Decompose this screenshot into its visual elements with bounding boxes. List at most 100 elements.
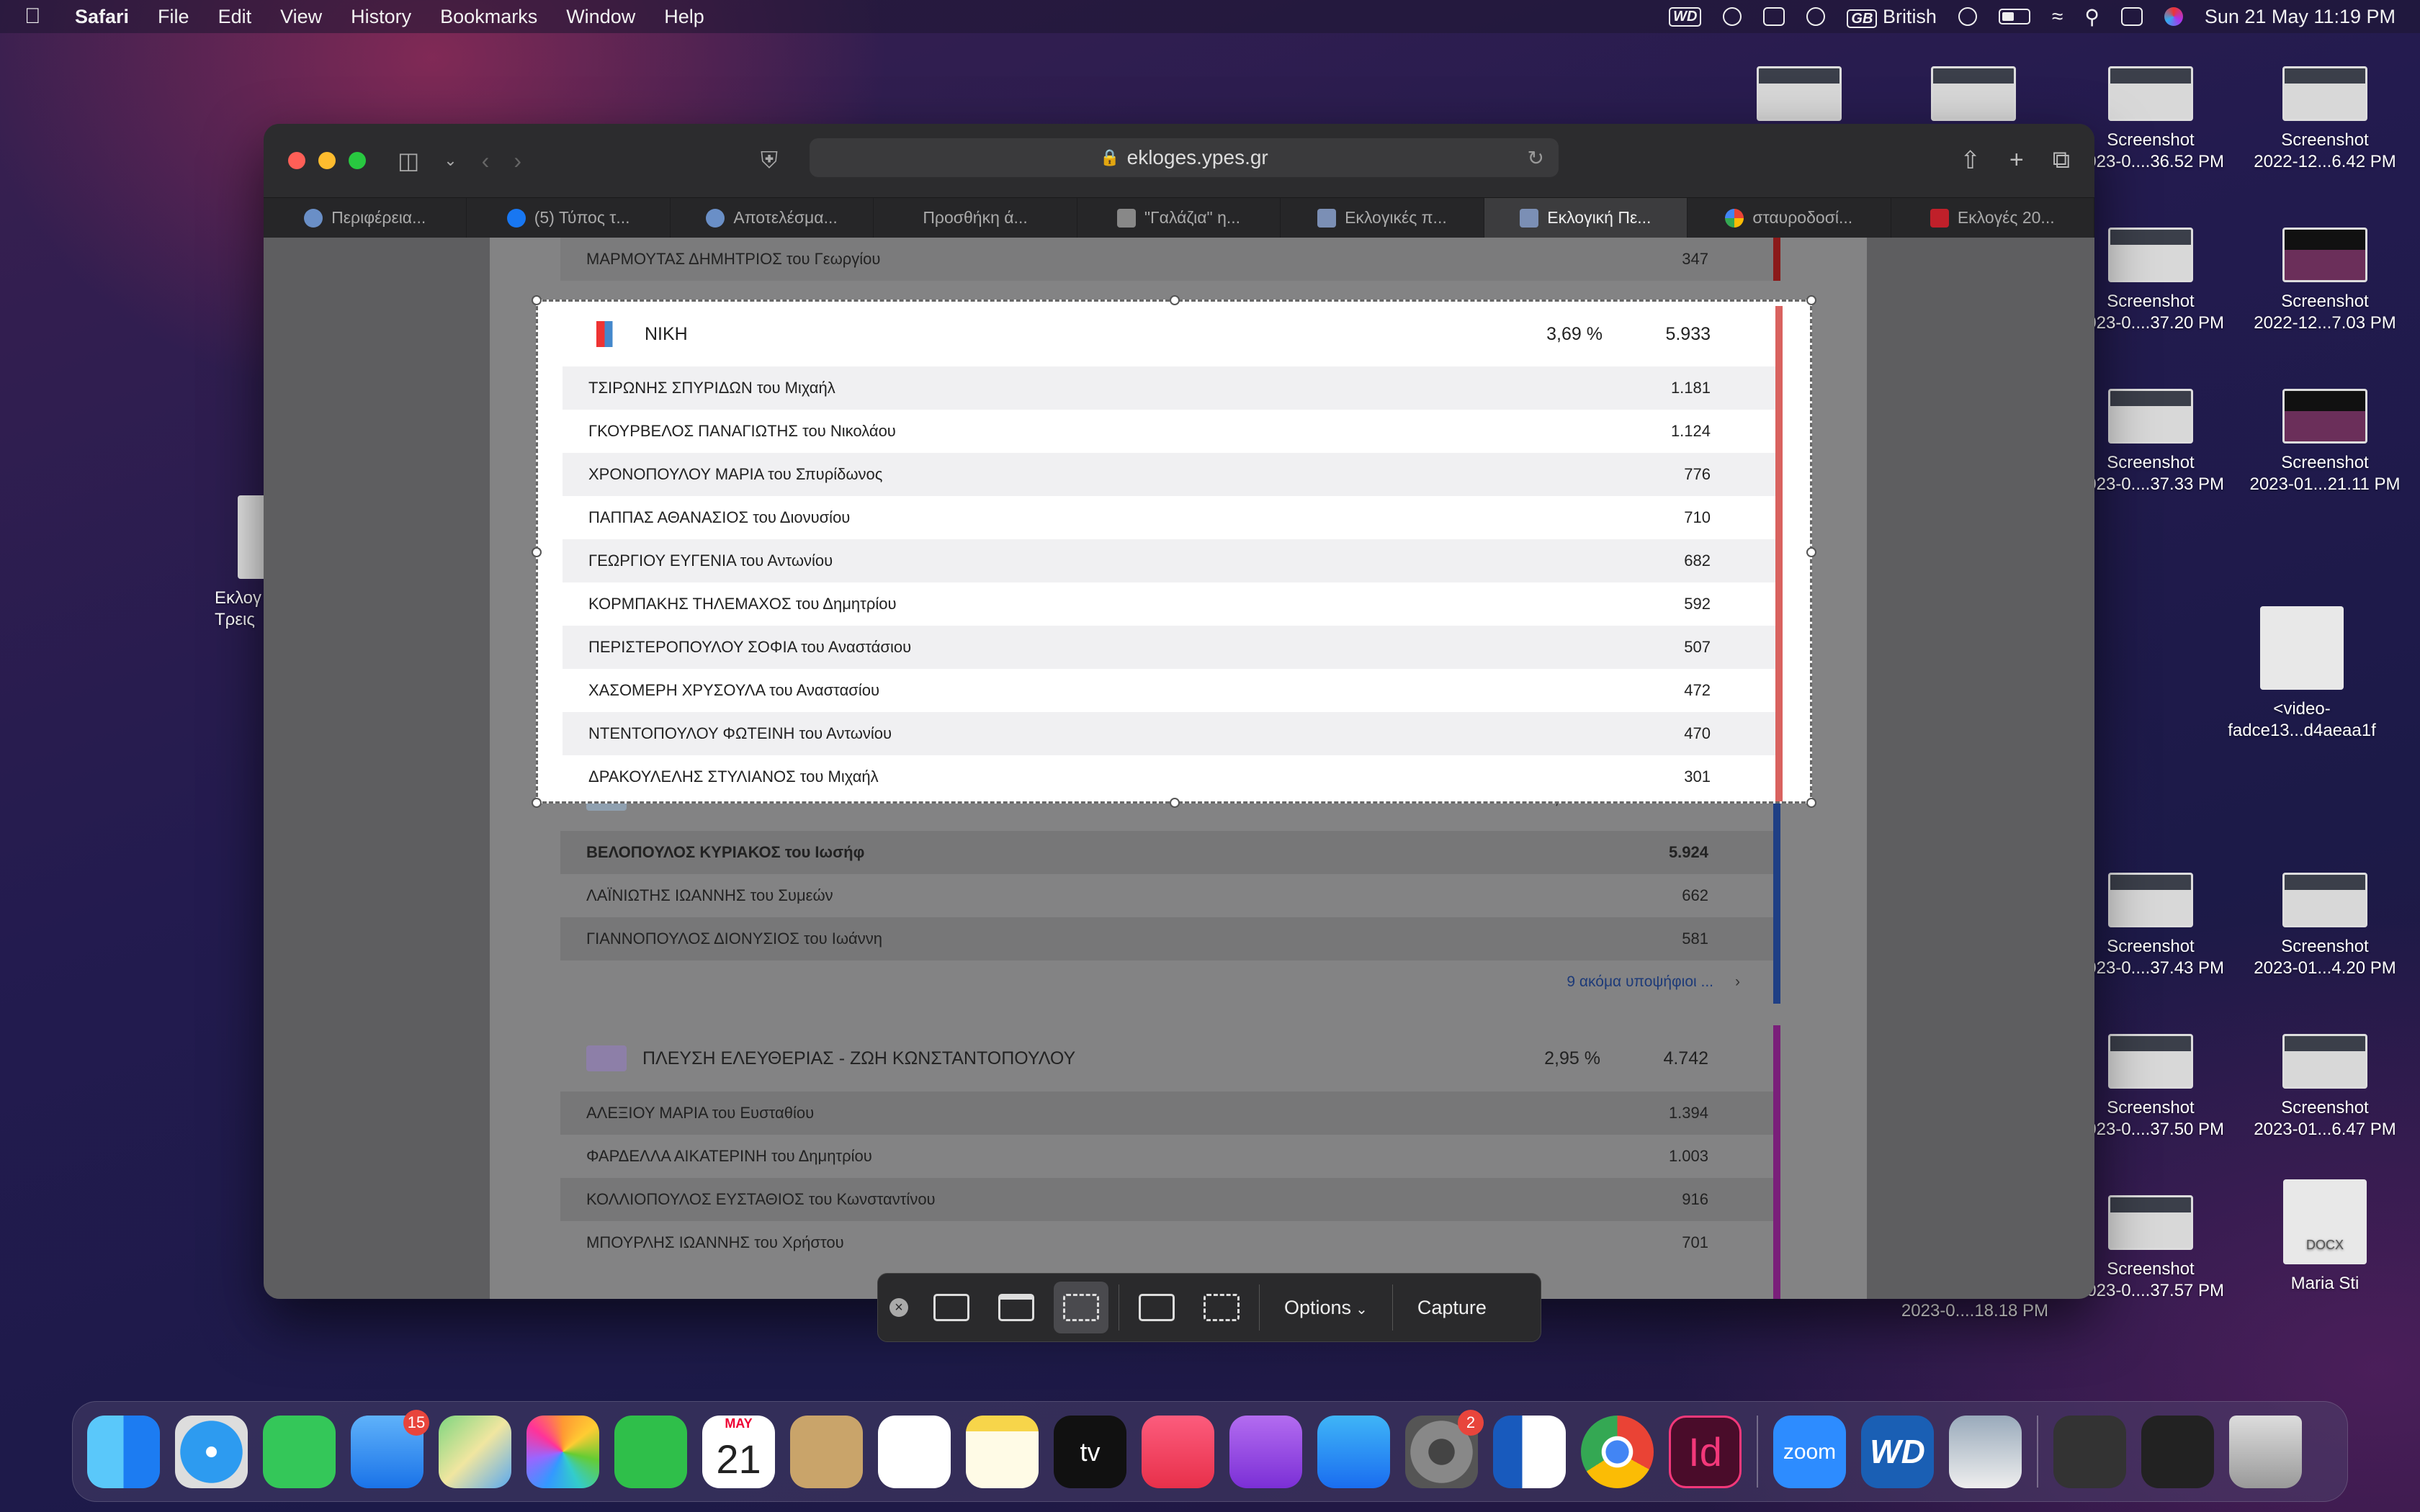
desktop-file[interactable]: Screenshot 2022-12...6.42 PM [2238,66,2411,173]
desktop-file[interactable]: Screenshot 2023-01...4.20 PM [2238,873,2411,979]
resize-handle-bottom[interactable] [1170,798,1180,808]
messages-icon[interactable] [263,1415,336,1488]
menu-window[interactable]: Window [566,6,635,28]
resize-handle-top[interactable] [1170,295,1180,305]
resize-handle-top-right[interactable] [1806,295,1816,305]
safari-icon[interactable] [175,1415,248,1488]
input-source-menu[interactable]: GB British [1847,6,1937,28]
chevron-down-icon[interactable]: ⌄ [444,151,457,170]
party-header[interactable]: ΝΙΚΗ 3,69 % 5.933 [563,302,1783,366]
back-button[interactable]: ‹ [482,148,490,174]
tab-5[interactable]: "Γαλάζια" η... [1077,198,1281,238]
photos-icon[interactable] [526,1415,599,1488]
spotlight-search-icon[interactable]: ⚲ [2084,5,2099,29]
tab-overview-icon[interactable]: ⧉ [2053,146,2070,175]
close-icon[interactable]: × [889,1298,908,1317]
more-candidates-link[interactable]: 9 ακόμα υποψήφιοι ... › [560,960,1780,1004]
control-center-icon[interactable] [2120,7,2143,26]
capture-selection-button[interactable] [1054,1282,1108,1333]
facetime-icon[interactable] [614,1415,687,1488]
resize-handle-bottom-left[interactable] [532,798,542,808]
record-screen-button[interactable] [1129,1282,1184,1333]
trash-icon[interactable] [2229,1415,2302,1488]
recent-window-icon[interactable] [2053,1415,2126,1488]
recent-window-icon[interactable] [2141,1415,2214,1488]
party-header[interactable]: ΠΛΕΥΣΗ ΕΛΕΥΘΕΡΙΑΣ - ΖΩΗ ΚΩΝΣΤΑΝΤΟΠΟΥΛΟΥ … [560,1025,1780,1092]
share-icon[interactable]: ⇧ [1960,146,1981,175]
desktop-screenshot-thumb-top[interactable] [1887,66,2060,130]
apple-tv-icon[interactable]: tv [1054,1415,1126,1488]
capture-window-button[interactable] [989,1282,1044,1333]
music-icon[interactable] [1142,1415,1214,1488]
creative-cloud-icon[interactable] [1723,7,1742,26]
sidebar-toggle-icon[interactable]: ◫ [398,147,419,174]
word-icon[interactable] [1493,1415,1566,1488]
record-selection-button[interactable] [1194,1282,1249,1333]
screenshot-selection-area[interactable]: ΝΙΚΗ 3,69 % 5.933 ΤΣΙΡΩΝΗΣ ΣΠΥΡΙΔΩΝ του … [532,295,1816,808]
battery-icon[interactable] [1998,9,2030,24]
tab-3[interactable]: Αποτελέσμα... [671,198,874,238]
menu-bookmarks[interactable]: Bookmarks [440,6,537,28]
user-icon[interactable] [1958,7,1977,26]
reload-icon[interactable]: ↻ [1528,146,1544,170]
play-icon[interactable] [1806,7,1826,26]
tab-7-active[interactable]: Εκλογική Πε... [1484,198,1688,238]
tab-8[interactable]: σταυροδοσί... [1688,198,1891,238]
desktop-file-partial[interactable]: Εκλογ Τρεις [170,495,266,631]
menu-history[interactable]: History [351,6,411,28]
close-window-button[interactable] [288,152,305,169]
finder-icon[interactable] [87,1415,160,1488]
privacy-shield-icon[interactable]: ⛨ [761,147,778,174]
menu-edit[interactable]: Edit [218,6,252,28]
address-bar[interactable]: 🔒 ekloges.ypes.gr ↻ [810,138,1559,177]
chrome-icon[interactable] [1581,1415,1654,1488]
desktop-file[interactable]: <video- fadce13...d4aeaa1f [2215,606,2388,742]
menu-help[interactable]: Help [664,6,704,28]
desktop-file[interactable]: Screenshot 2022-12...7.03 PM [2238,228,2411,334]
tab-9[interactable]: Εκλογές 20... [1891,198,2094,238]
notes-icon[interactable] [966,1415,1039,1488]
wifi-icon[interactable]: ≈ [2052,5,2063,28]
upload-icon[interactable] [1763,7,1785,26]
system-settings-icon[interactable]: 2 [1405,1409,1484,1488]
menu-file[interactable]: File [158,6,189,28]
resize-handle-bottom-right[interactable] [1806,798,1816,808]
calendar-icon[interactable]: MAY 21 [702,1415,775,1488]
mail-icon[interactable]: 15 [351,1409,429,1488]
resize-handle-left[interactable] [532,547,542,557]
capture-entire-screen-button[interactable] [924,1282,979,1333]
new-tab-icon[interactable]: + [2009,146,2024,175]
tab-2[interactable]: (5) Τύπος τ... [467,198,671,238]
wd-discovery-icon[interactable]: WD [1861,1415,1934,1488]
contacts-icon[interactable] [790,1415,863,1488]
menu-clock[interactable]: Sun 21 May 11:19 PM [2205,6,2396,28]
resize-handle-right[interactable] [1806,547,1816,557]
options-menu-button[interactable]: Options ⌄ [1270,1297,1382,1319]
desktop-file[interactable]: Screenshot 2023-01...21.11 PM [2238,389,2411,495]
tab-label: Εκλογές 20... [1957,208,2055,227]
desktop-file[interactable]: Screenshot 2023-01...6.47 PM [2238,1034,2411,1140]
tab-4[interactable]: Προσθήκη ά... [874,198,1077,238]
image-app-icon[interactable] [1949,1415,2022,1488]
zoom-window-button[interactable] [349,152,366,169]
tab-1[interactable]: Περιφέρεια... [264,198,467,238]
maps-icon[interactable] [439,1415,511,1488]
resize-handle-top-left[interactable] [532,295,542,305]
forward-button[interactable]: › [514,148,521,174]
minimize-window-button[interactable] [318,152,336,169]
app-store-icon[interactable] [1317,1415,1390,1488]
desktop-file[interactable]: DOCX Maria Sti [2238,1179,2411,1295]
reminders-icon[interactable] [878,1415,951,1488]
wd-status-icon[interactable]: WD [1669,6,1702,27]
siri-icon[interactable] [2164,7,2183,26]
apple-menu-icon[interactable]:  [24,4,53,29]
desktop-screenshot-thumb-top[interactable] [1713,66,1886,130]
indesign-icon[interactable]: Id [1669,1415,1742,1488]
menu-app-safari[interactable]: Safari [75,6,129,28]
capture-button[interactable]: Capture [1403,1297,1501,1319]
tab-6[interactable]: Εκλογικές π... [1281,198,1484,238]
menu-view[interactable]: View [280,6,322,28]
desktop-file[interactable]: 2023-0....18.18 PM [1888,1300,2061,1322]
zoom-icon[interactable]: zoom [1773,1415,1846,1488]
podcasts-icon[interactable] [1229,1415,1302,1488]
